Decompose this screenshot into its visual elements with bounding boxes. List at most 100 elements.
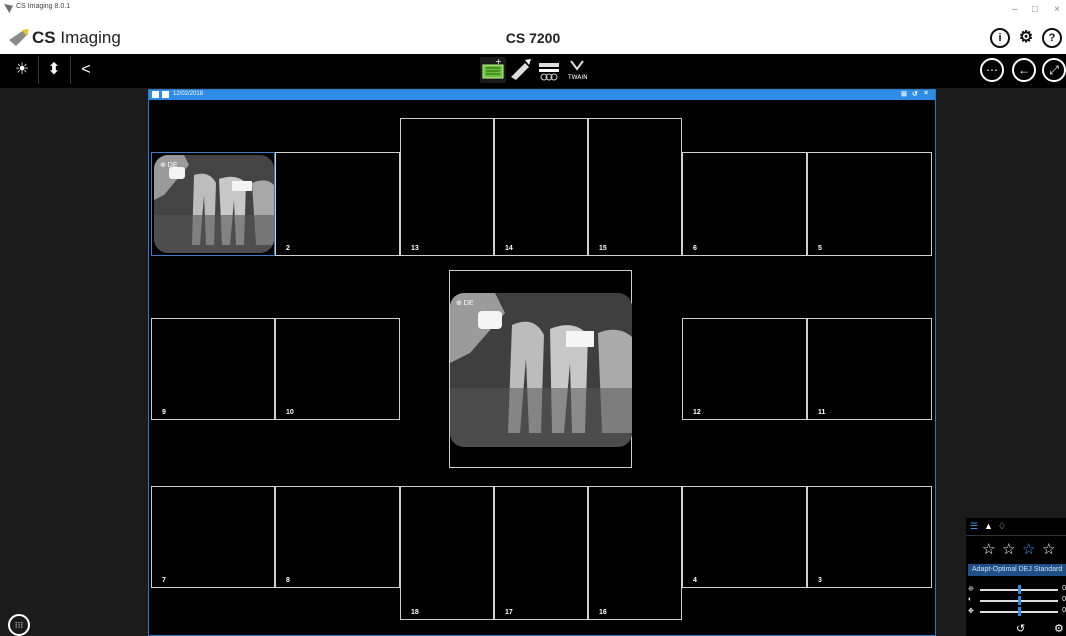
slot-number: 9 <box>162 409 166 416</box>
slot-number: 14 <box>505 245 513 252</box>
fmx-exam-window: 12/02/2018 ⊞ ↺ × ⊕ DE 2 13 14 15 6 5 9 1… <box>148 89 936 636</box>
toolbar: ☀ ⬍ < + TWAIN ⋯ ← ⤢ <box>0 54 1066 88</box>
panel-settings-icon[interactable]: ⚙ <box>1054 622 1064 635</box>
sharpness-icon: ❊ <box>968 586 974 593</box>
xray-label: ⊕ DE <box>456 300 474 307</box>
sensor-acquisition-icon[interactable]: + <box>480 57 506 83</box>
slot-number: 6 <box>693 245 697 252</box>
more-options-icon[interactable]: ⋯ <box>980 58 1004 82</box>
star-preset-3-icon[interactable]: ☆ <box>1022 540 1035 558</box>
slot-number: 13 <box>411 245 419 252</box>
slot-1-xray[interactable]: ⊕ DE <box>151 152 275 256</box>
noise-icon: ✥ <box>968 608 974 615</box>
slot-8[interactable]: 8 <box>275 486 400 588</box>
slot-number: 3 <box>818 577 822 584</box>
app-window: CS Imaging 8.0.1 – □ × CS Imaging CS 720… <box>0 0 1066 636</box>
slider-value: 0 <box>1062 607 1066 614</box>
app-menu-grid-icon[interactable]: ⁝⁝⁝ <box>8 614 30 636</box>
svg-text:TWAIN: TWAIN <box>567 74 588 81</box>
device-title: CS 7200 <box>505 30 561 46</box>
slider-knob[interactable] <box>1018 607 1021 616</box>
settings-gear-icon[interactable]: ⚙ <box>1016 28 1036 48</box>
info-icon[interactable]: i <box>990 28 1010 48</box>
app-icon <box>4 4 13 13</box>
reset-icon[interactable]: ↺ <box>1016 622 1025 635</box>
save-icon[interactable] <box>162 91 169 98</box>
adjustments-tab-icon[interactable]: ☰ <box>970 521 978 532</box>
app-header: CS Imaging CS 7200 i ⚙ ? <box>0 22 1066 54</box>
slider-value: 0 <box>1062 596 1066 603</box>
slot-17[interactable]: 17 <box>494 486 588 620</box>
fullscreen-icon[interactable]: ⤢ <box>1042 58 1066 82</box>
brightness-icon[interactable]: ☀ <box>8 56 36 84</box>
slot-number: 8 <box>286 577 290 584</box>
close-exam-icon[interactable]: × <box>924 90 928 97</box>
close-window-button[interactable]: × <box>1054 4 1060 15</box>
back-arrow-icon[interactable]: ← <box>1012 58 1036 82</box>
maximize-button[interactable]: □ <box>1032 4 1038 15</box>
slot-number: 10 <box>286 409 294 416</box>
layout-icon[interactable]: ⊞ <box>901 90 907 98</box>
slot-2[interactable]: 2 <box>275 152 400 256</box>
intraoral-camera-icon[interactable] <box>508 57 534 83</box>
star-preset-4-icon[interactable]: ☆ <box>1042 540 1055 558</box>
xray-label: ⊕ DE <box>160 162 178 169</box>
slot-12[interactable]: 12 <box>682 318 807 420</box>
slot-number: 11 <box>818 409 826 416</box>
twain-import-icon[interactable]: TWAIN <box>564 57 590 83</box>
toolbar-divider <box>70 56 71 84</box>
slot-4[interactable]: 4 <box>682 486 807 588</box>
window-title-bar: CS Imaging 8.0.1 – □ × <box>0 0 1066 22</box>
slot-9[interactable]: 9 <box>151 318 275 420</box>
noise-slider[interactable]: ✥ 0 <box>968 607 1066 616</box>
share-icon[interactable]: < <box>72 56 100 84</box>
xray-image-thumbnail[interactable]: ⊕ DE <box>154 155 274 253</box>
slider-knob[interactable] <box>1018 585 1021 594</box>
histogram-tab-icon[interactable]: ▲ <box>984 521 993 531</box>
slot-10[interactable]: 10 <box>275 318 400 420</box>
xray-image-preview[interactable]: ⊕ DE <box>450 293 632 447</box>
slot-number: 2 <box>286 245 290 252</box>
slot-6[interactable]: 6 <box>682 152 807 256</box>
main-preview-slot[interactable]: ⊕ DE <box>449 270 632 468</box>
slot-15[interactable]: 15 <box>588 118 682 256</box>
image-adjust-panel: ☰ ▲ ♢ ☆ ☆ ☆ ☆ Adapt-Optimal DEJ Standard… <box>966 518 1066 636</box>
slot-14[interactable]: 14 <box>494 118 588 256</box>
slot-3[interactable]: 3 <box>807 486 932 588</box>
star-preset-2-icon[interactable]: ☆ <box>1002 540 1015 558</box>
slot-number: 18 <box>411 609 419 616</box>
slot-number: 17 <box>505 609 513 616</box>
slot-number: 7 <box>162 577 166 584</box>
contrast-icon: ◐ <box>968 596 973 603</box>
contrast-slider[interactable]: ◐ 0 <box>968 596 1066 605</box>
slider-knob[interactable] <box>1018 596 1021 605</box>
exam-title-bar: 12/02/2018 ⊞ ↺ × <box>149 90 935 100</box>
slot-7[interactable]: 7 <box>151 486 275 588</box>
filter-name[interactable]: Adapt-Optimal DEJ Standard <box>968 564 1066 576</box>
slot-11[interactable]: 11 <box>807 318 932 420</box>
slot-16[interactable]: 16 <box>588 486 682 620</box>
refresh-icon[interactable]: ↺ <box>912 90 918 98</box>
minimize-button[interactable]: – <box>1012 4 1018 15</box>
slot-13[interactable]: 13 <box>400 118 494 256</box>
help-icon[interactable]: ? <box>1042 28 1062 48</box>
panel-tabs: ☰ ▲ ♢ <box>966 518 1066 536</box>
star-preset-1-icon[interactable]: ☆ <box>982 540 995 558</box>
svg-text:+: + <box>495 57 502 66</box>
tooth-tab-icon[interactable]: ♢ <box>998 521 1006 532</box>
paint-bucket-icon[interactable]: ⬍ <box>40 56 68 84</box>
filter-presets: ☆ ☆ ☆ ☆ <box>966 540 1066 560</box>
slot-number: 15 <box>599 245 607 252</box>
slot-number: 16 <box>599 609 607 616</box>
exam-date: 12/02/2018 <box>173 91 204 97</box>
toolbar-divider <box>38 56 39 84</box>
panoramic-icon[interactable] <box>536 57 562 83</box>
window-title: CS Imaging 8.0.1 <box>16 3 71 10</box>
document-icon[interactable] <box>152 91 159 98</box>
slot-number: 5 <box>818 245 822 252</box>
sharpness-slider[interactable]: ❊ 0 <box>968 585 1066 594</box>
slot-number: 4 <box>693 577 697 584</box>
slot-18[interactable]: 18 <box>400 486 494 620</box>
slot-number: 12 <box>693 409 701 416</box>
slot-5[interactable]: 5 <box>807 152 932 256</box>
